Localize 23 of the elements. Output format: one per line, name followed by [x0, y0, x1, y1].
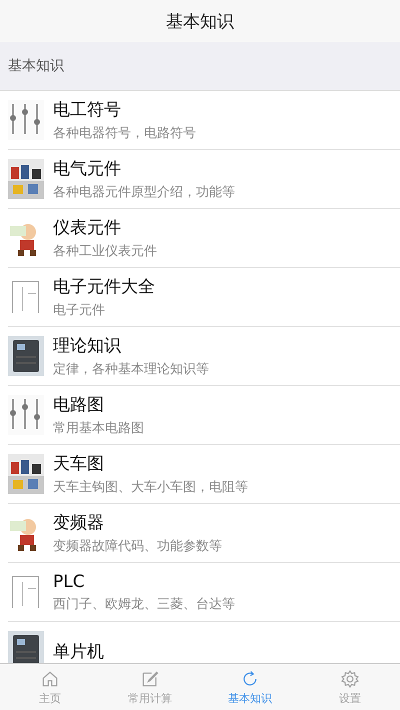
item-subtitle: 各种电器元件原型介绍，功能等	[53, 184, 235, 201]
section-header: 基本知识	[8, 57, 64, 75]
item-title[interactable]: 电子元件大全	[53, 275, 155, 298]
settings-icon	[340, 668, 360, 688]
item-subtitle: 定律，各种基本理论知识等	[53, 361, 209, 378]
item-title[interactable]: 天车图	[53, 452, 248, 475]
item-subtitle: 电子元件	[53, 302, 106, 319]
item-subtitle: 常用基本电路图	[53, 420, 144, 437]
item-title[interactable]: 理论知识	[53, 334, 209, 357]
item-subtitle: 变频器故障代码、功能参数等	[53, 538, 222, 555]
item-title[interactable]: 电气元件	[53, 157, 235, 180]
item-subtitle: 各种电器符号，电路符号	[53, 125, 196, 142]
item-subtitle: 西门子、欧姆龙、三菱、台达等	[53, 596, 235, 612]
item-title[interactable]: 单片机	[53, 640, 104, 662]
item-title[interactable]: 仪表元件	[53, 216, 157, 239]
page-title: 基本知识	[166, 10, 234, 32]
item-title[interactable]: 电路图	[53, 393, 144, 416]
item-title[interactable]: 变频器	[53, 511, 222, 534]
item-subtitle: 天车主钩图、大车小车图，电阻等	[53, 479, 248, 496]
item-title[interactable]: PLC	[53, 572, 235, 592]
item-title[interactable]: 电工符号	[53, 98, 196, 121]
item-subtitle: 各种工业仪表元件	[53, 243, 157, 260]
edit-icon	[140, 668, 160, 688]
